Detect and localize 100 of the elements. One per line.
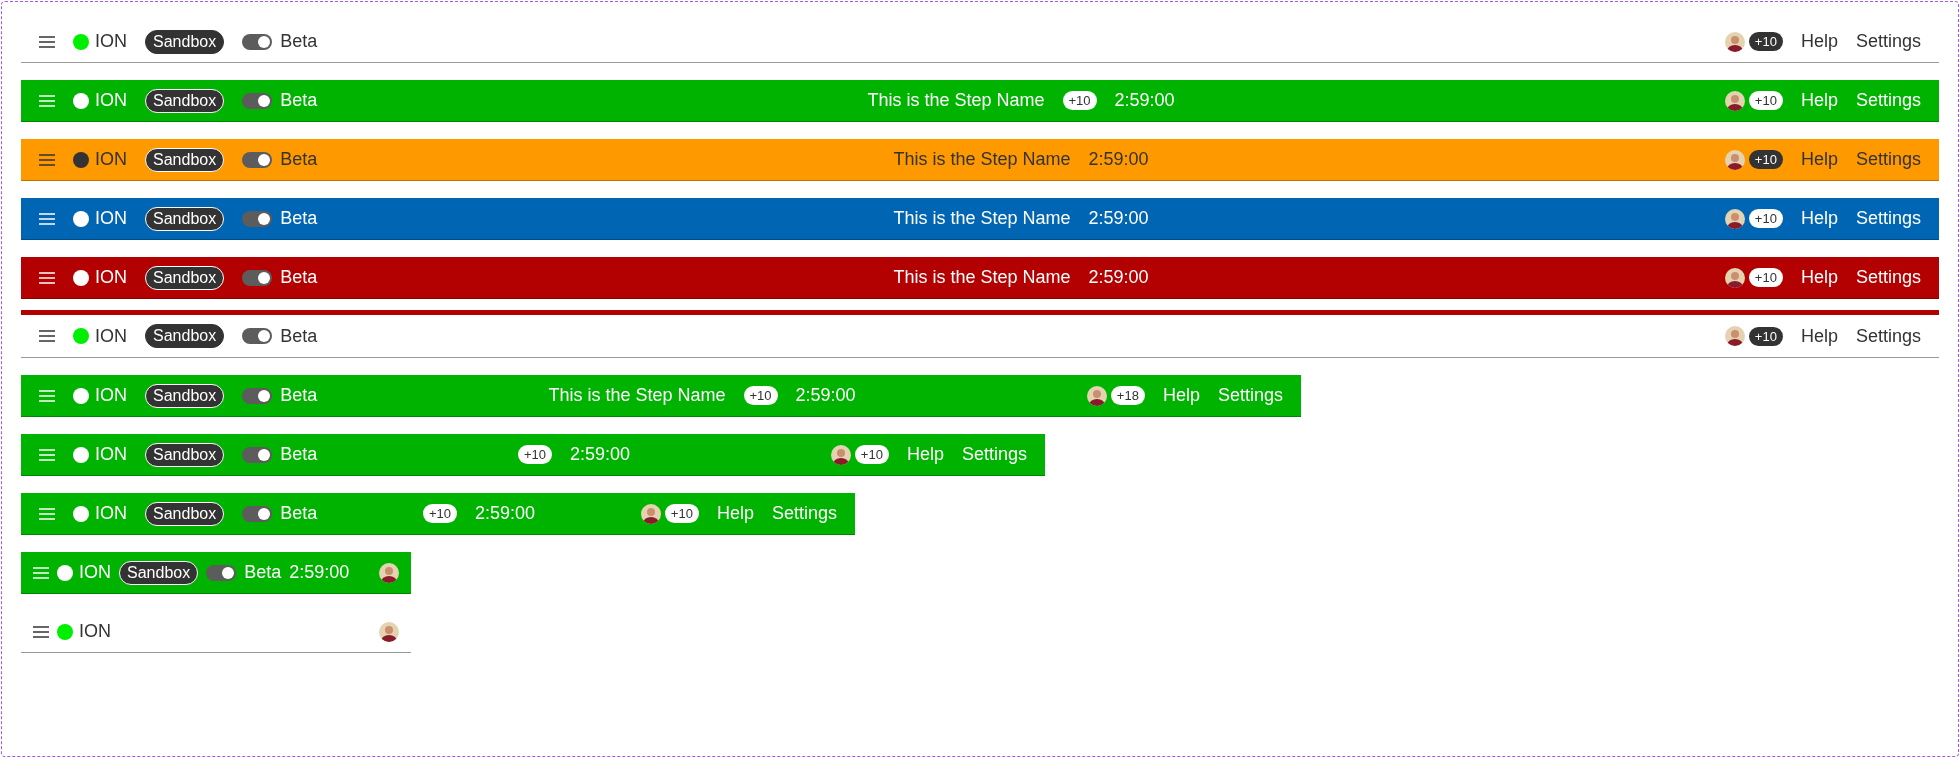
step-name: This is the Step Name (893, 208, 1071, 229)
step-timer: 2:59:00 (570, 444, 631, 465)
user-count-badge: +10 (1748, 268, 1783, 287)
beta-label: Beta (280, 444, 318, 465)
step-count-badge: +10 (422, 504, 458, 523)
help-link[interactable]: Help (1800, 149, 1838, 170)
sandbox-badge: Sandbox (145, 88, 225, 113)
avatar-icon[interactable] (1724, 267, 1745, 288)
app-name: ION (95, 385, 127, 406)
user-count-badge: +10 (1748, 209, 1783, 228)
sandbox-badge: Sandbox (145, 442, 225, 467)
beta-label: Beta (280, 267, 318, 288)
settings-link[interactable]: Settings (1855, 208, 1921, 229)
avatar-icon[interactable] (1724, 149, 1745, 170)
sandbox-badge: Sandbox (145, 324, 225, 348)
user-count-badge: +10 (1748, 91, 1783, 110)
step-timer: 2:59:00 (289, 562, 350, 583)
avatar-icon[interactable] (1724, 326, 1745, 346)
beta-label: Beta (280, 208, 318, 229)
menu-icon (33, 566, 49, 579)
step-count-badge: +10 (1062, 91, 1097, 110)
avatar-icon[interactable] (640, 503, 661, 524)
user-count-badge: +10 (1748, 32, 1783, 51)
beta-toggle[interactable] (242, 446, 273, 463)
menu-icon (39, 212, 55, 225)
menu-button[interactable] (39, 212, 55, 225)
settings-link[interactable]: Settings (1855, 325, 1921, 347)
step-name: This is the Step Name (893, 149, 1071, 170)
user-count-badge: +10 (1748, 150, 1783, 169)
help-link[interactable]: Help (1800, 208, 1838, 229)
step-timer: 2:59:00 (1114, 90, 1175, 111)
sandbox-badge: Sandbox (145, 147, 225, 172)
menu-icon (39, 389, 55, 402)
user-count-badge: +10 (854, 445, 889, 464)
beta-toggle[interactable] (242, 387, 273, 404)
sandbox-badge: Sandbox (119, 560, 199, 585)
app-name: ION (79, 562, 111, 583)
beta-toggle[interactable] (242, 33, 273, 50)
avatar-icon[interactable] (1724, 31, 1745, 52)
beta-toggle[interactable] (242, 269, 273, 286)
avatar-icon[interactable] (379, 562, 399, 583)
beta-label: Beta (280, 90, 318, 111)
step-name: This is the Step Name (867, 90, 1045, 111)
app-name: ION (95, 208, 127, 229)
beta-toggle[interactable] (242, 328, 273, 344)
step-timer: 2:59:00 (475, 503, 536, 524)
menu-button[interactable] (39, 153, 55, 166)
sandbox-badge: Sandbox (145, 29, 225, 54)
step-timer: 2:59:00 (1088, 267, 1149, 288)
avatar-icon[interactable] (1724, 90, 1745, 111)
step-timer: 2:59:00 (1088, 149, 1149, 170)
app-name: ION (79, 621, 111, 642)
help-link[interactable]: Help (1800, 31, 1838, 52)
beta-toggle[interactable] (242, 92, 273, 109)
menu-icon (39, 153, 55, 166)
app-name: ION (95, 503, 127, 524)
menu-icon (39, 94, 55, 107)
avatar-icon[interactable] (379, 621, 399, 642)
beta-label: Beta (244, 562, 282, 583)
step-timer: 2:59:00 (1088, 208, 1149, 229)
user-count-badge: +18 (1110, 386, 1145, 405)
beta-toggle[interactable] (242, 151, 273, 168)
step-timer: 2:59:00 (795, 385, 856, 406)
menu-button[interactable] (33, 625, 49, 638)
step-name: This is the Step Name (548, 385, 726, 406)
user-count-badge: +10 (664, 504, 699, 523)
app-name: ION (95, 267, 127, 288)
menu-button[interactable] (39, 330, 55, 342)
app-name: ION (95, 325, 127, 347)
beta-toggle[interactable] (242, 505, 273, 522)
sandbox-badge: Sandbox (145, 501, 225, 526)
settings-link[interactable]: Settings (1855, 267, 1921, 288)
avatar-icon[interactable] (1086, 385, 1107, 406)
app-name: ION (95, 90, 127, 111)
menu-button[interactable] (39, 35, 55, 48)
step-count-badge: +10 (743, 386, 778, 405)
user-count-badge: +10 (1748, 326, 1783, 346)
sandbox-badge: Sandbox (145, 265, 225, 290)
app-name: ION (95, 444, 127, 465)
menu-icon (39, 271, 55, 284)
settings-link[interactable]: Settings (1855, 149, 1921, 170)
beta-toggle[interactable] (206, 564, 237, 581)
settings-link[interactable]: Settings (1855, 31, 1921, 52)
avatar-icon[interactable] (1724, 208, 1745, 229)
sandbox-badge: Sandbox (145, 206, 225, 231)
app-name: ION (95, 31, 127, 52)
menu-icon (39, 507, 55, 520)
avatar-icon[interactable] (830, 444, 851, 465)
app-name: ION (95, 149, 127, 170)
step-count-badge: +10 (517, 445, 553, 464)
menu-icon (33, 625, 49, 638)
help-link[interactable]: Help (1800, 267, 1838, 288)
menu-icon (39, 330, 55, 342)
sandbox-badge: Sandbox (145, 383, 225, 408)
help-link[interactable]: Help (1800, 325, 1838, 347)
beta-toggle[interactable] (242, 210, 273, 227)
menu-button[interactable] (39, 271, 55, 284)
beta-label: Beta (280, 149, 318, 170)
menu-icon (39, 35, 55, 48)
beta-label: Beta (280, 385, 318, 406)
